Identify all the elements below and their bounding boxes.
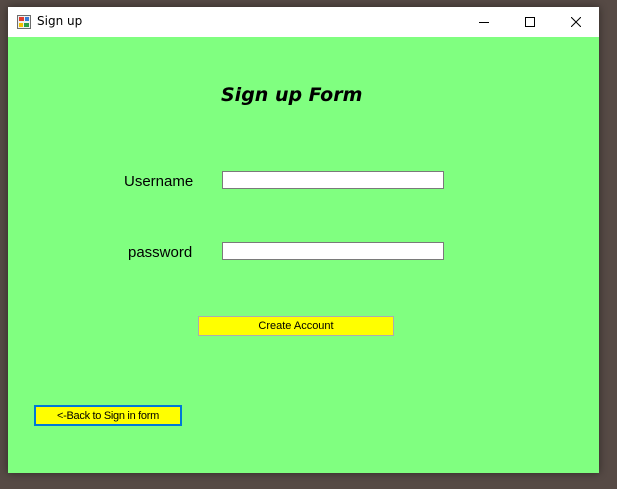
maximize-icon — [525, 17, 535, 27]
username-input[interactable] — [222, 171, 444, 189]
back-to-sign-in-button[interactable]: <-Back to Sign in form — [34, 405, 182, 426]
app-icon — [17, 14, 31, 29]
title-bar[interactable]: Sign up — [8, 7, 599, 37]
create-account-button[interactable]: Create Account — [198, 316, 394, 336]
close-button[interactable] — [553, 7, 599, 37]
minimize-icon — [479, 22, 489, 23]
form-heading: Sign up Form — [221, 84, 363, 106]
close-icon — [571, 17, 581, 27]
signup-window: Sign up Sign up Form Username password C… — [8, 7, 599, 473]
minimize-button[interactable] — [461, 7, 507, 37]
username-label: Username — [124, 173, 194, 190]
maximize-button[interactable] — [507, 7, 553, 37]
window-title: Sign up — [37, 14, 83, 28]
form-client-area: Sign up Form Username password Create Ac… — [8, 37, 599, 473]
password-label: password — [128, 244, 193, 261]
password-input[interactable] — [222, 242, 444, 260]
